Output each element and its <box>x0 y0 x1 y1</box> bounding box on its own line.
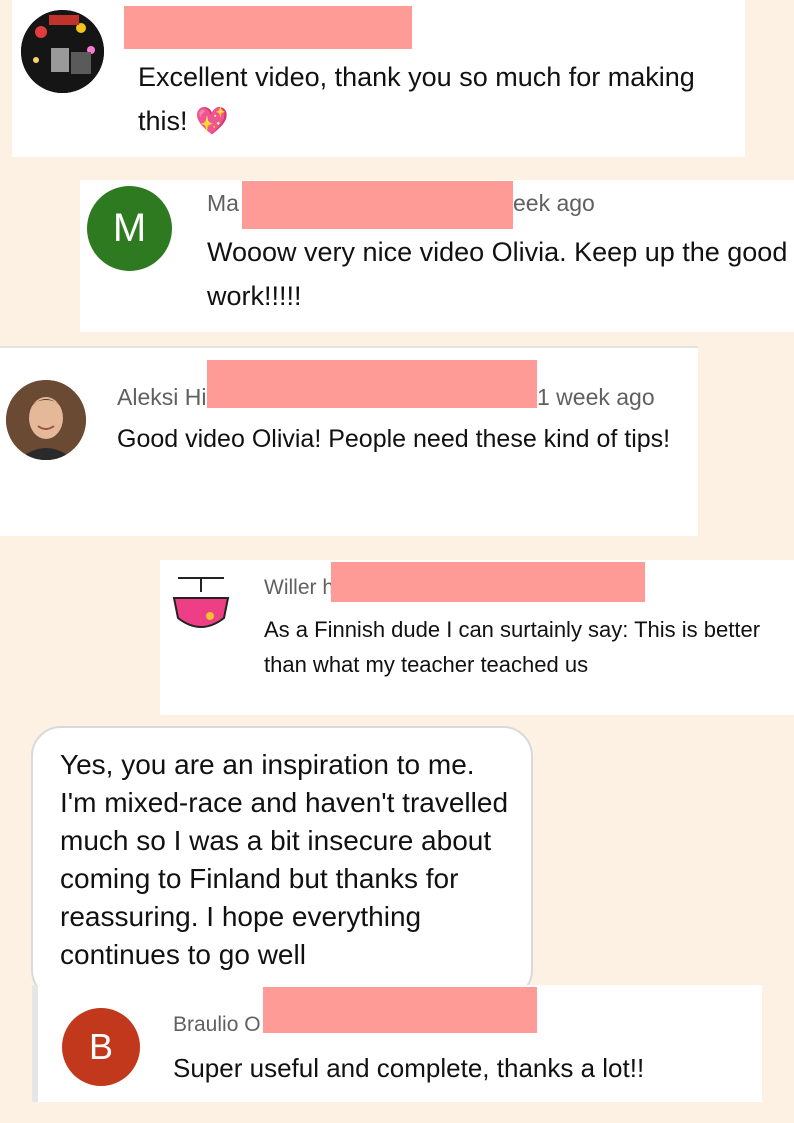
comment-card-2: M Ma eek ago Wooow very nice video Olivi… <box>80 180 794 332</box>
redaction-block <box>124 6 412 49</box>
comment-card-3: Aleksi Hi 1 week ago Good video Olivia! … <box>0 346 698 536</box>
fireworks-photo-avatar-icon[interactable] <box>21 10 104 93</box>
redaction-block <box>331 562 645 602</box>
card-edge <box>32 985 38 1102</box>
comment-card-4: Willer h As a Finnish dude I can surtain… <box>160 560 794 715</box>
letter-avatar-icon[interactable]: M <box>87 186 172 271</box>
redaction-block <box>263 987 537 1033</box>
comment-author[interactable]: Willer h <box>264 576 334 600</box>
comment-text: Good video Olivia! People need these kin… <box>117 425 671 453</box>
comment-text: Wooow very nice video Olivia. Keep up th… <box>207 237 788 311</box>
person-photo-avatar-icon[interactable] <box>6 380 86 460</box>
comment-author[interactable]: Aleksi Hi <box>117 384 206 411</box>
comment-text: Yes, you are an inspiration to me. I'm m… <box>60 749 509 970</box>
comment-text: Excellent video, thank you so much for m… <box>138 62 695 136</box>
why-tho-drawing-avatar-icon[interactable] <box>168 572 234 638</box>
comment-text: Super useful and complete, thanks a lot!… <box>173 1053 645 1083</box>
comment-author[interactable]: Ma <box>207 190 239 217</box>
comment-timestamp: eek ago <box>513 190 595 216</box>
comment-text: As a Finnish dude I can surtainly say: T… <box>264 617 761 677</box>
comment-author[interactable]: Braulio O <box>173 1013 261 1037</box>
comment-card-5: Yes, you are an inspiration to me. I'm m… <box>0 716 606 1000</box>
comment-card-1: Excellent video, thank you so much for m… <box>12 0 745 157</box>
letter-avatar-icon[interactable]: B <box>62 1008 140 1086</box>
comment-timestamp: 1 week ago <box>537 384 655 410</box>
redaction-block <box>242 181 513 229</box>
comment-card-6: B Braulio O Super useful and complete, t… <box>32 985 762 1102</box>
redaction-block <box>207 360 537 408</box>
